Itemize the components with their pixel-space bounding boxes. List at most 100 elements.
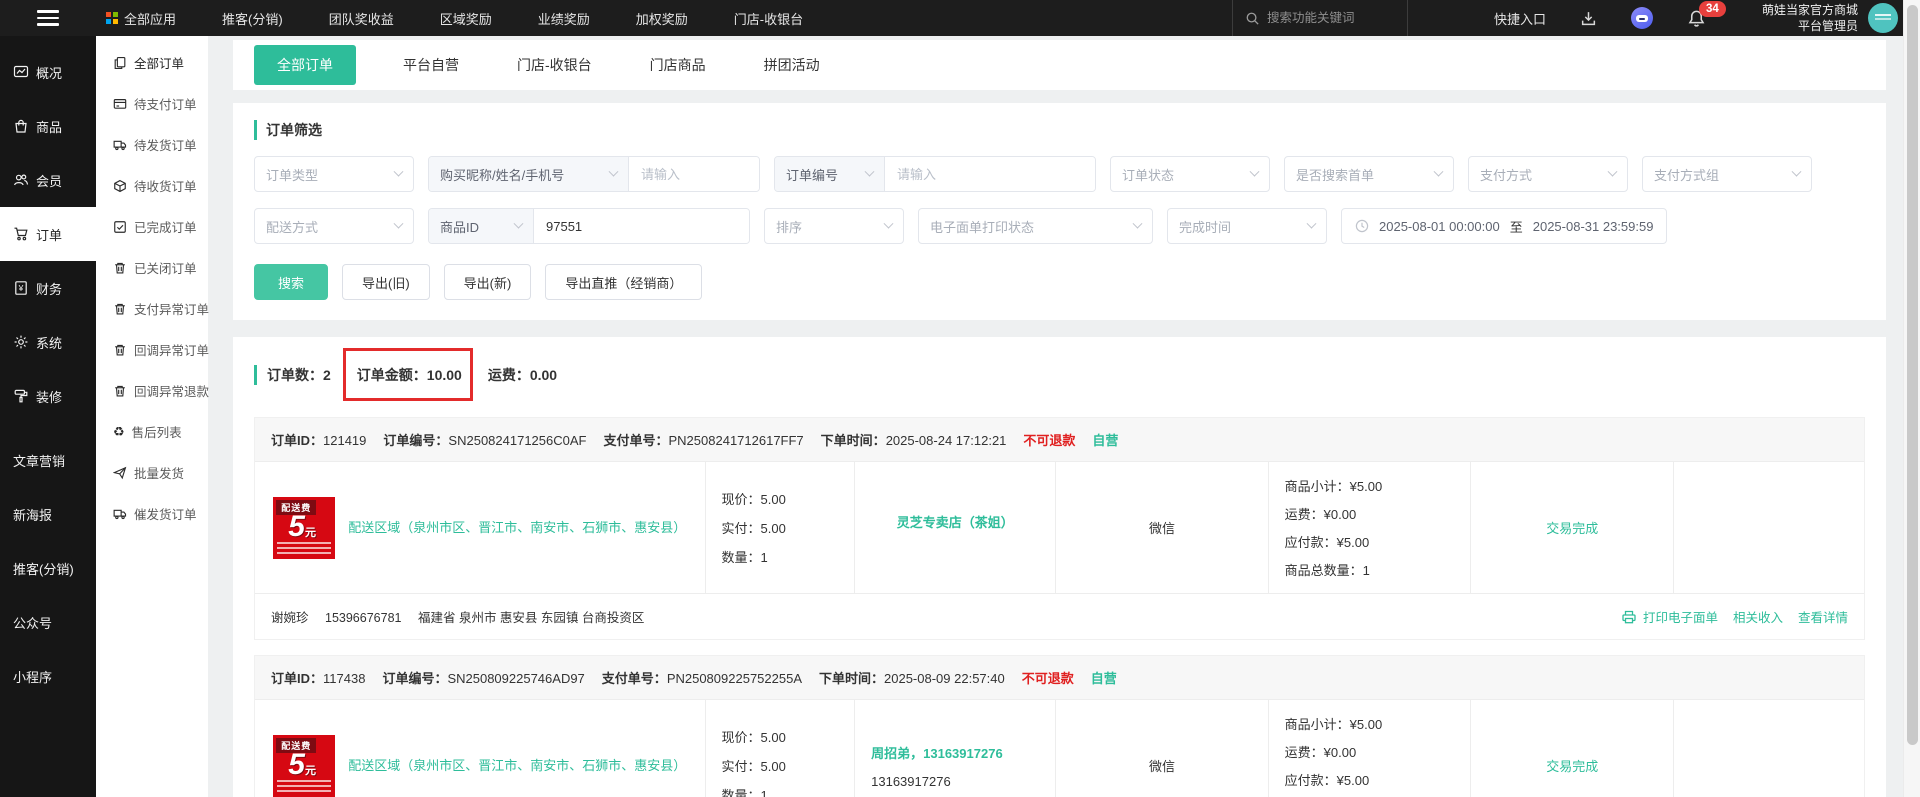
chevron-down-icon — [1249, 166, 1260, 177]
submenu-payment-abnormal[interactable]: 支付异常订单 — [96, 288, 209, 329]
order-no-select[interactable]: 订单编号 — [775, 157, 885, 191]
sidebar-label: 订单 — [36, 227, 63, 243]
topnav-distribution[interactable]: 推客(分销) — [222, 9, 283, 28]
sidebar-item-goods[interactable]: 商品 — [0, 99, 96, 153]
submenu-batch-shipment[interactable]: 批量发货 — [96, 452, 208, 493]
topbar-search — [1231, 0, 1408, 36]
topnav-team-reward[interactable]: 团队奖收益 — [329, 9, 394, 28]
buyer-key-input[interactable] — [629, 157, 759, 191]
sidebar-item-new-poster[interactable]: 新海报 — [0, 487, 96, 541]
date-range-picker[interactable]: 2025-08-01 00:00:00 至 2025-08-31 23:59:5… — [1341, 208, 1668, 244]
pay-group-select[interactable]: 支付方式组 — [1642, 156, 1812, 192]
status-cell: 交易完成 — [1471, 462, 1675, 593]
tab-store-goods[interactable]: 门店商品 — [621, 45, 735, 85]
quick-entry-link[interactable]: 快捷入口 — [1494, 9, 1546, 28]
sidebar-item-official-account[interactable]: 公众号 — [0, 595, 96, 649]
order-status-select[interactable]: 订单状态 — [1110, 156, 1270, 192]
tab-all-orders[interactable]: 全部订单 — [254, 45, 356, 85]
print-eface-link[interactable]: 打印电子面单 — [1621, 607, 1718, 626]
dashboard-icon — [13, 65, 29, 78]
delivery-select[interactable]: 配送方式 — [254, 208, 414, 244]
submenu-pending-payment[interactable]: 待支付订单 — [96, 83, 208, 124]
tab-platform-self[interactable]: 平台自营 — [374, 45, 488, 85]
submenu-pending-receipt[interactable]: 待收货订单 — [96, 165, 208, 206]
product-name-link[interactable]: 配送区域（泉州市区、晋江市、南安市、石狮市、惠安县） — [348, 517, 686, 538]
finish-time-select[interactable]: 完成时间 — [1167, 208, 1327, 244]
notification-bell-icon[interactable]: 34 — [1687, 0, 1726, 28]
submenu-after-sales[interactable]: ♻ 售后列表 — [96, 411, 208, 452]
search-button[interactable]: 搜索 — [254, 264, 328, 300]
topnav-all-apps[interactable]: 全部应用 — [106, 9, 176, 28]
buyer-key-select[interactable]: 购买昵称/姓名/手机号 — [429, 157, 629, 191]
select-value: 订单编号 — [786, 167, 839, 183]
first-order-select[interactable]: 是否搜索首单 — [1284, 156, 1454, 192]
tab-group-activity[interactable]: 拼团活动 — [735, 45, 849, 85]
submenu-closed[interactable]: 已关闭订单 — [96, 247, 208, 288]
chevron-down-icon — [883, 218, 894, 229]
export-new-button[interactable]: 导出(新) — [443, 264, 532, 300]
hamburger-menu-icon[interactable] — [0, 10, 96, 26]
topnav-label: 团队奖收益 — [328, 11, 394, 27]
goods-id-input[interactable] — [534, 209, 749, 243]
submenu-label: 批量发货 — [134, 467, 185, 481]
filter-section-title: 订单筛选 — [254, 120, 1865, 140]
export-direct-button[interactable]: 导出直推（经销商） — [545, 264, 703, 300]
sidebar-item-decorate[interactable]: 装修 — [0, 369, 96, 423]
sidebar-item-orders[interactable]: 订单 — [0, 207, 96, 261]
order-amount-red-box: 订单金额：10.00 — [342, 348, 473, 401]
eface-print-status-select[interactable]: 电子面单打印状态 — [918, 208, 1153, 244]
select-placeholder: 完成时间 — [1179, 219, 1232, 235]
assistant-robot-icon[interactable] — [1630, 7, 1653, 29]
sidebar-item-members[interactable]: 会员 — [0, 153, 96, 207]
avatar[interactable] — [1868, 3, 1898, 33]
submenu-callback-abnormal[interactable]: 回调异常订单 — [96, 329, 210, 370]
sidebar-item-distribution[interactable]: 推客(分销) — [0, 541, 96, 595]
sidebar-item-system[interactable]: 系统 — [0, 315, 96, 369]
submenu-urge-shipment[interactable]: 催发货订单 — [96, 493, 208, 534]
order-type-select[interactable]: 订单类型 — [254, 156, 414, 192]
tab-store-cashier[interactable]: 门店-收银台 — [488, 45, 621, 85]
download-icon[interactable] — [1580, 10, 1597, 27]
sort-select[interactable]: 排序 — [764, 208, 904, 244]
related-income-link[interactable]: 相关收入 — [1733, 607, 1783, 626]
product-name-link[interactable]: 配送区域（泉州市区、晋江市、南安市、石狮市、惠安县） — [348, 755, 686, 776]
scrollbar-thumb[interactable] — [1906, 5, 1918, 745]
notification-count-badge: 34 — [1698, 0, 1726, 17]
export-old-button[interactable]: 导出(旧) — [342, 264, 430, 300]
submenu-completed[interactable]: 已完成订单 — [96, 206, 208, 247]
topnav-weighted-reward[interactable]: 加权奖励 — [636, 9, 688, 28]
pay-method-select[interactable]: 支付方式 — [1468, 156, 1628, 192]
view-detail-link[interactable]: 查看详情 — [1798, 607, 1848, 626]
sidebar-item-finance[interactable]: ¥ 财务 — [0, 261, 96, 315]
freight: 运费：¥0.00 — [1284, 507, 1357, 522]
submenu-pending-shipment[interactable]: 待发货订单 — [96, 124, 208, 165]
topnav-region-reward[interactable]: 区域奖励 — [440, 9, 492, 28]
chevron-down-icon — [1306, 218, 1317, 229]
order-time: 下单时间：2025-08-09 22:57:40 — [819, 671, 1005, 686]
gear-icon — [14, 335, 28, 349]
product-image[interactable]: 配送费 5元 — [273, 734, 336, 797]
product-image[interactable]: 配送费 5元 — [273, 496, 336, 559]
current-price: 现价：5.00 — [721, 730, 786, 745]
sidebar-item-article-marketing[interactable]: 文章营销 — [0, 433, 96, 487]
topnav-performance-reward[interactable]: 业绩奖励 — [538, 9, 590, 28]
total-quantity: 商品总数量：1 — [1284, 563, 1370, 578]
date-separator: 至 — [1509, 219, 1523, 235]
order-summary: 订单数：2 订单金额：10.00 运费：0.00 — [254, 348, 1865, 401]
search-input[interactable] — [1266, 11, 1387, 25]
current-price: 现价：5.00 — [721, 492, 786, 507]
sidebar-item-mini-program[interactable]: 小程序 — [0, 649, 96, 703]
submenu-label: 回调异常订单 — [134, 344, 210, 358]
submenu-all-orders[interactable]: 全部订单 — [96, 42, 208, 83]
topnav-store-cashier[interactable]: 门店-收银台 — [734, 9, 803, 28]
goods-id-select[interactable]: 商品ID — [429, 209, 534, 243]
document-copy-icon — [114, 56, 126, 69]
submenu-callback-refund[interactable]: 回调异常退款 — [96, 370, 209, 411]
buyer-name-link[interactable]: 周招弟，13163917276 — [871, 743, 1003, 762]
store-name-link[interactable]: 灵芝专卖店（茶姐） — [897, 512, 1014, 531]
order-count: 订单数：2 — [267, 367, 331, 383]
sidebar-item-overview[interactable]: 概况 — [0, 45, 96, 99]
order-no-input[interactable] — [885, 157, 1095, 191]
submenu-label: 待发货订单 — [134, 139, 197, 153]
sidebar-label: 概况 — [36, 65, 63, 81]
